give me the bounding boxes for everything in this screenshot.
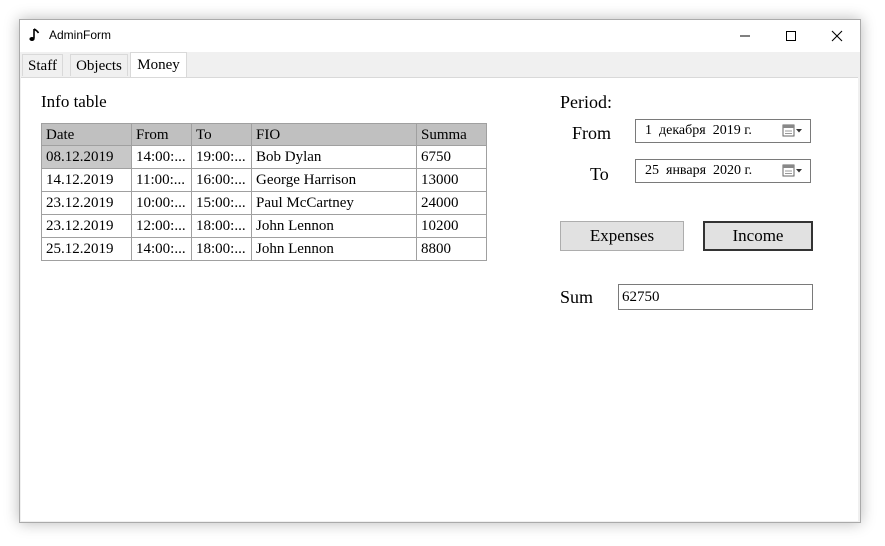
cell-to[interactable]: 19:00:... [191,145,252,169]
cell-fio[interactable]: Bob Dylan [251,145,417,169]
info-table[interactable]: Date From To FIO Summa 08.12.2019 14:00:… [41,123,487,261]
cell-from[interactable]: 14:00:... [131,237,192,261]
expenses-button[interactable]: Expenses [560,221,684,251]
close-icon [831,30,843,42]
period-label: Period: [560,92,612,112]
sum-field[interactable]: 62750 [618,284,813,310]
title-bar: AdminForm [20,20,860,52]
tab-objects[interactable]: Objects [70,54,128,76]
tab-money[interactable]: Money [130,52,187,78]
cell-date[interactable]: 23.12.2019 [41,214,132,238]
maximize-icon [786,31,796,41]
cell-fio[interactable]: Paul McCartney [251,191,417,215]
music-note-icon [29,28,40,41]
cell-from[interactable]: 10:00:... [131,191,192,215]
cell-summa[interactable]: 6750 [416,145,487,169]
to-label: To [590,164,609,184]
column-header-fio[interactable]: FIO [251,123,417,146]
calendar-dropdown-icon[interactable] [782,124,804,138]
to-date-picker[interactable]: 25 января 2020 г. [635,159,811,183]
cell-fio[interactable]: John Lennon [251,214,417,238]
cell-fio[interactable]: John Lennon [251,237,417,261]
cell-date[interactable]: 14.12.2019 [41,168,132,192]
from-label: From [572,123,612,143]
column-header-from[interactable]: From [131,123,192,146]
cell-summa[interactable]: 10200 [416,214,487,238]
tab-strip: Staff Objects Money [20,52,860,78]
cell-from[interactable]: 11:00:... [131,168,192,192]
table-header-row: Date From To FIO Summa [41,123,487,146]
close-button[interactable] [814,20,860,52]
minimize-icon [740,35,750,37]
cell-from[interactable]: 14:00:... [131,145,192,169]
sum-label: Sum [560,287,594,307]
cell-to[interactable]: 15:00:... [191,191,252,215]
from-date-value: 1 декабря 2019 г. [645,123,752,138]
tab-staff[interactable]: Staff [22,54,63,76]
column-header-to[interactable]: To [191,123,252,146]
from-date-picker[interactable]: 1 декабря 2019 г. [635,119,811,143]
cell-summa[interactable]: 8800 [416,237,487,261]
column-header-date[interactable]: Date [41,123,132,146]
cell-date[interactable]: 25.12.2019 [41,237,132,261]
cell-date[interactable]: 08.12.2019 [41,145,132,169]
table-row[interactable]: 08.12.2019 14:00:... 19:00:... Bob Dylan… [41,145,487,169]
cell-to[interactable]: 16:00:... [191,168,252,192]
cell-summa[interactable]: 13000 [416,168,487,192]
minimize-button[interactable] [722,20,768,52]
cell-to[interactable]: 18:00:... [191,237,252,261]
cell-fio[interactable]: George Harrison [251,168,417,192]
app-window: AdminForm Staff Objects Money Info table… [19,19,861,523]
table-row[interactable]: 23.12.2019 12:00:... 18:00:... John Lenn… [41,214,487,238]
money-tab-panel: Info table Date From To FIO Summa 08.12.… [21,77,858,521]
maximize-button[interactable] [768,20,814,52]
income-button[interactable]: Income [703,221,813,251]
table-row[interactable]: 14.12.2019 11:00:... 16:00:... George Ha… [41,168,487,192]
info-table-title: Info table [41,92,107,111]
window-title: AdminForm [49,28,112,42]
cell-summa[interactable]: 24000 [416,191,487,215]
calendar-dropdown-icon[interactable] [782,164,804,178]
table-row[interactable]: 25.12.2019 14:00:... 18:00:... John Lenn… [41,237,487,261]
cell-date[interactable]: 23.12.2019 [41,191,132,215]
table-row[interactable]: 23.12.2019 10:00:... 15:00:... Paul McCa… [41,191,487,215]
to-date-value: 25 января 2020 г. [645,163,753,178]
column-header-summa[interactable]: Summa [416,123,487,146]
cell-to[interactable]: 18:00:... [191,214,252,238]
cell-from[interactable]: 12:00:... [131,214,192,238]
